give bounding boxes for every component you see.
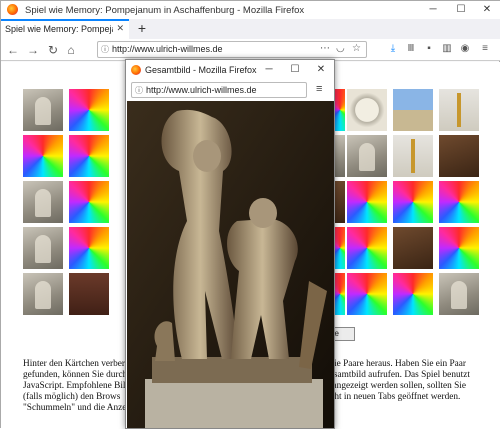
- memory-card[interactable]: [439, 181, 479, 223]
- memory-card[interactable]: [393, 273, 433, 315]
- new-tab-button[interactable]: +: [135, 19, 149, 39]
- memory-card[interactable]: [347, 273, 387, 315]
- memory-card[interactable]: [69, 89, 109, 131]
- extension-icon[interactable]: ▪: [423, 43, 435, 55]
- window-title: Spiel wie Memory: Pompejanum in Aschaffe…: [25, 5, 305, 16]
- popup-titlebar: Gesamtbild - Mozilla Firefox ─ ☐ ✕: [126, 60, 334, 80]
- memory-card[interactable]: [69, 227, 109, 269]
- minimize-icon[interactable]: ─: [421, 2, 445, 18]
- memory-card[interactable]: [335, 181, 345, 223]
- text-line: e die Paare heraus. Haben Sie ein Paar: [323, 359, 467, 369]
- popup-menu-icon[interactable]: ≡: [316, 83, 322, 95]
- text-right-column: e die Paare heraus. Haben Sie ein Paar G…: [323, 359, 483, 414]
- firefox-icon: [131, 65, 141, 75]
- site-info-icon[interactable]: ⓘ: [135, 85, 143, 96]
- text-line: nicht in neuen Tabs geöffnet werden.: [323, 392, 461, 402]
- memory-card[interactable]: [347, 227, 387, 269]
- library-icon[interactable]: Ⅲ: [405, 43, 417, 55]
- bookmark-star-icon[interactable]: ☆: [352, 43, 361, 54]
- text-line: ser.: [323, 403, 483, 414]
- navigation-bar: ← → ↻ ⌂ ⓘ http://www.ulrich-willmes.de ⋯…: [1, 39, 500, 61]
- memory-card[interactable]: [439, 135, 479, 177]
- memory-card[interactable]: [439, 273, 479, 315]
- text-line: er angezeigt werden sollen, sollten Sie: [323, 381, 467, 391]
- memory-card[interactable]: [335, 273, 345, 315]
- memory-card[interactable]: [69, 273, 109, 315]
- memory-card[interactable]: [69, 181, 109, 223]
- close-icon[interactable]: ✕: [475, 2, 499, 18]
- page-actions-icon[interactable]: ⋯: [320, 43, 330, 54]
- reload-icon[interactable]: ↻: [45, 42, 61, 58]
- memory-card[interactable]: [23, 273, 63, 315]
- memory-card[interactable]: [23, 227, 63, 269]
- memory-card[interactable]: [23, 89, 63, 131]
- browser-window: Spiel wie Memory: Pompejanum in Aschaffe…: [0, 0, 500, 429]
- statue-image: [127, 101, 334, 428]
- tab-title: Spiel wie Memory: Pompejanum in A: [5, 24, 113, 34]
- firefox-icon: [7, 4, 18, 15]
- back-icon[interactable]: ←: [5, 42, 21, 58]
- url-text: http://www.ulrich-willmes.de: [112, 44, 223, 54]
- memory-card[interactable]: [393, 89, 433, 131]
- tab-close-icon[interactable]: ✕: [116, 23, 124, 34]
- statue-photo: [127, 101, 334, 428]
- account-icon[interactable]: ◉: [459, 43, 471, 55]
- popup-title: Gesamtbild - Mozilla Firefox: [145, 65, 257, 75]
- sidebar-icon[interactable]: ▥: [441, 43, 453, 55]
- memory-card[interactable]: [393, 181, 433, 223]
- memory-card[interactable]: [335, 89, 345, 131]
- window-titlebar: Spiel wie Memory: Pompejanum in Aschaffe…: [1, 1, 500, 19]
- memory-card[interactable]: [347, 89, 387, 131]
- site-info-icon[interactable]: ⓘ: [101, 44, 109, 55]
- popup-close-icon[interactable]: ✕: [310, 62, 332, 78]
- memory-card[interactable]: [347, 181, 387, 223]
- memory-card[interactable]: [439, 227, 479, 269]
- popup-url-bar[interactable]: ⓘ http://www.ulrich-willmes.de: [131, 82, 307, 98]
- popup-maximize-icon[interactable]: ☐: [284, 62, 306, 78]
- popup-url-text: http://www.ulrich-willmes.de: [146, 85, 257, 95]
- memory-card[interactable]: [335, 135, 363, 177]
- popup-minimize-icon[interactable]: ─: [258, 62, 280, 78]
- memory-card[interactable]: [335, 227, 345, 269]
- memory-card[interactable]: [69, 135, 109, 177]
- memory-card[interactable]: [439, 89, 479, 131]
- url-bar[interactable]: ⓘ http://www.ulrich-willmes.de ⋯ ◡ ☆: [97, 41, 367, 58]
- download-icon[interactable]: ⤓: [387, 43, 399, 55]
- pocket-icon[interactable]: ◡: [336, 43, 345, 54]
- forward-icon[interactable]: →: [25, 42, 41, 58]
- memory-card[interactable]: [347, 135, 387, 177]
- menu-icon[interactable]: ≡: [479, 43, 491, 55]
- text-line: Gesamtbild aufrufen. Das Spiel benutzt: [323, 370, 470, 380]
- tab-bar: Spiel wie Memory: Pompejanum in A ✕ +: [1, 19, 500, 39]
- memory-card[interactable]: [393, 227, 433, 269]
- home-icon[interactable]: ⌂: [63, 42, 79, 58]
- tab-active[interactable]: Spiel wie Memory: Pompejanum in A ✕: [1, 19, 129, 39]
- memory-card[interactable]: [393, 135, 433, 177]
- memory-card[interactable]: [23, 181, 63, 223]
- popup-window: Gesamtbild - Mozilla Firefox ─ ☐ ✕ ⓘ htt…: [125, 59, 335, 429]
- maximize-icon[interactable]: ☐: [449, 2, 473, 18]
- memory-card[interactable]: [23, 135, 63, 177]
